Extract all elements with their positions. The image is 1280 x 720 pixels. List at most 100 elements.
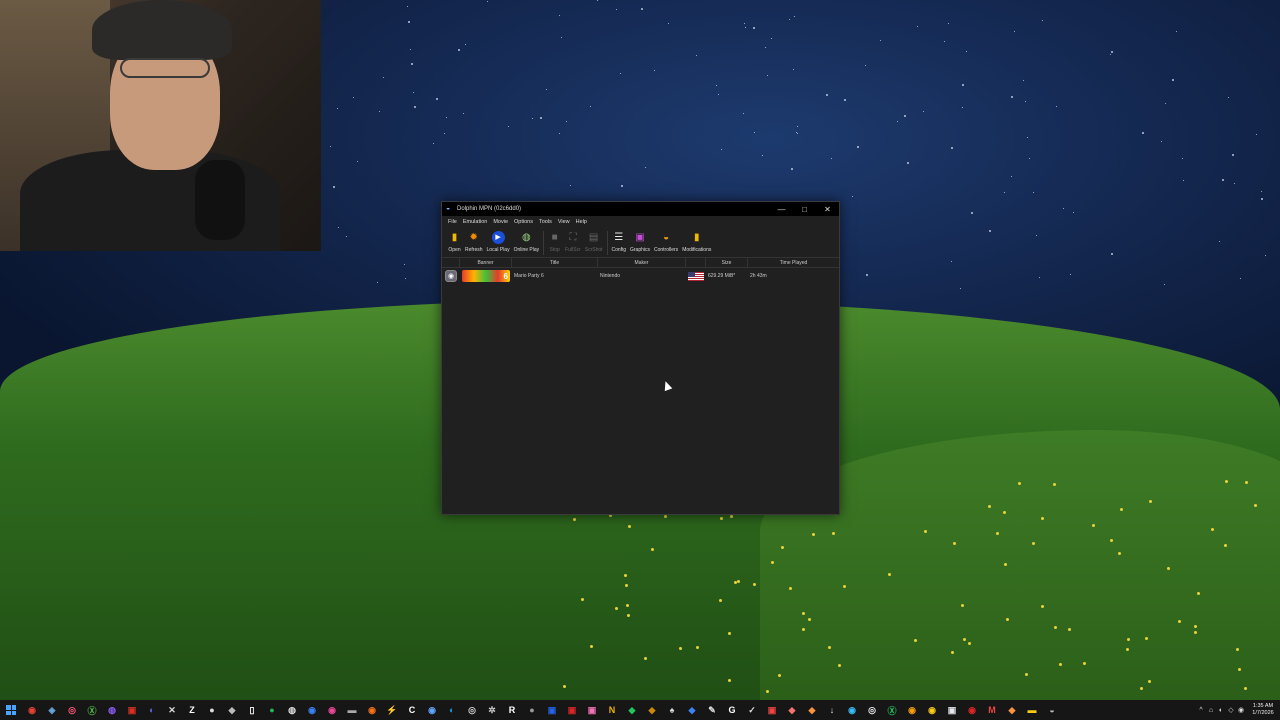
app-yellow-icon[interactable]: ◉ <box>922 700 942 720</box>
title-bar[interactable]: ◒ Dolphin MPN (02c6dd0) — □ ✕ <box>442 202 839 216</box>
toolbar-graphics-button[interactable]: ▣ Graphics <box>630 228 650 257</box>
star <box>1163 284 1165 286</box>
column-maker[interactable]: Maker <box>598 258 686 267</box>
app-blue3-icon[interactable]: ▣ <box>542 700 562 720</box>
app-grey2-icon[interactable]: ◎ <box>462 700 482 720</box>
discord-icon[interactable]: ◐ <box>142 700 162 720</box>
app-grey3-icon[interactable]: ● <box>522 700 542 720</box>
column-title[interactable]: Title <box>512 258 598 267</box>
toolbar-config-button[interactable]: ☰ Config <box>612 228 626 257</box>
star <box>903 115 906 118</box>
app-pink2-icon[interactable]: ▣ <box>582 700 602 720</box>
app-orange3-icon[interactable]: ◉ <box>902 700 922 720</box>
m-icon[interactable]: M <box>982 700 1002 720</box>
app-blue-icon[interactable]: ◉ <box>302 700 322 720</box>
app-white2-icon[interactable]: ♠ <box>662 700 682 720</box>
app-blue4-icon[interactable]: ◆ <box>682 700 702 720</box>
toolbar-separator <box>543 231 545 255</box>
x-icon[interactable]: ✕ <box>162 700 182 720</box>
toolbar-online-play-button[interactable]: ◍ Online Play <box>514 228 540 257</box>
close-button[interactable]: ✕ <box>816 202 839 216</box>
flower <box>614 606 618 610</box>
star <box>1227 97 1229 99</box>
webcam-person-glasses <box>120 58 210 78</box>
app-red4-icon[interactable]: ◆ <box>782 700 802 720</box>
menu-options[interactable]: Options <box>511 219 536 225</box>
app-green-icon[interactable]: ◆ <box>622 700 642 720</box>
tray-app-icon[interactable]: ◇ <box>1226 706 1236 714</box>
taskbar-apps: ◉ ◈ ◎ Ⓧ ◍ ▣ ◐ ✕ Z ● ◆ ▯ ● ◍ ◉ ◉ ▬ ◉ ⚡ C ◉ ◐ ◎ ✲ R ● ▣ ▣ ▣ N ◆ ◆ ♠ ◆ ✎ G ✓ ▣ ◆ ◆… <box>22 700 1062 720</box>
r-icon[interactable]: R <box>502 700 522 720</box>
tray-app2-icon[interactable]: ◉ <box>1236 706 1246 714</box>
menu-movie[interactable]: Movie <box>490 219 511 225</box>
app-orange2-icon[interactable]: ◆ <box>802 700 822 720</box>
spotify-icon[interactable]: ● <box>262 700 282 720</box>
star <box>559 132 561 134</box>
chrome-icon[interactable]: ◉ <box>22 700 42 720</box>
toolbar-fullscr-button[interactable]: ⛶ FullScr <box>565 228 581 257</box>
steam-icon[interactable]: ◈ <box>42 700 62 720</box>
start-button[interactable] <box>0 700 22 720</box>
menu-tools[interactable]: Tools <box>536 219 555 225</box>
download-icon[interactable]: ↓ <box>822 700 842 720</box>
file-icon[interactable]: ▯ <box>242 700 262 720</box>
menu-emulation[interactable]: Emulation <box>460 219 490 225</box>
toolbar-controllers-button[interactable]: ◒ Controllers <box>654 228 678 257</box>
xbox2-icon[interactable]: Ⓧ <box>882 700 902 720</box>
z-icon[interactable]: Z <box>182 700 202 720</box>
tray-overflow-icon[interactable]: ^ <box>1196 707 1206 714</box>
toolbar-refresh-button[interactable]: ✹ Refresh <box>465 228 483 257</box>
app-white-icon[interactable]: ● <box>202 700 222 720</box>
app-gear-icon[interactable]: ✲ <box>482 700 502 720</box>
toolbar-open-button[interactable]: ▮ Open <box>448 228 461 257</box>
minimize-button[interactable]: — <box>770 202 793 216</box>
menu-help[interactable]: Help <box>573 219 590 225</box>
app-orange-icon[interactable]: ◉ <box>362 700 382 720</box>
menu-view[interactable]: View <box>555 219 573 225</box>
menu-file[interactable]: File <box>445 219 460 225</box>
app-orange4-icon[interactable]: ◆ <box>1002 700 1022 720</box>
clock[interactable]: 1:35 AM 1/7/2026 <box>1246 703 1280 717</box>
dolphin-window: ◒ Dolphin MPN (02c6dd0) — □ ✕ File Emula… <box>441 201 840 515</box>
app-redflash-icon[interactable]: ⚡ <box>382 700 402 720</box>
app-white3-icon[interactable]: ◎ <box>862 700 882 720</box>
google-icon[interactable]: G <box>722 700 742 720</box>
app-dark-icon[interactable]: ▬ <box>342 700 362 720</box>
toolbar-local-play-button[interactable]: ▶ Local Play <box>487 228 510 257</box>
app-blue2-icon[interactable]: ◉ <box>422 700 442 720</box>
tray-volume-icon[interactable]: ◐ <box>1216 707 1226 714</box>
app-gold2-icon[interactable]: ◆ <box>642 700 662 720</box>
app-red2-icon[interactable]: ▣ <box>562 700 582 720</box>
app-tool-icon[interactable]: ✎ <box>702 700 722 720</box>
tray-network-icon[interactable]: ⌂ <box>1206 707 1216 714</box>
app-white4-icon[interactable]: ▣ <box>942 700 962 720</box>
app-pink-icon[interactable]: ◉ <box>322 700 342 720</box>
toolbar-modifications-button[interactable]: ▮ Modifications <box>682 228 711 257</box>
star <box>435 98 438 101</box>
column-region[interactable] <box>686 258 706 267</box>
column-size[interactable]: Size <box>706 258 748 267</box>
toolbar-stop-button[interactable]: ■ Stop <box>548 228 561 257</box>
app-dolphin-icon[interactable]: ◒ <box>1042 700 1062 720</box>
app-blue5-icon[interactable]: ◉ <box>842 700 862 720</box>
obs2-icon[interactable]: ◍ <box>282 700 302 720</box>
edge-icon[interactable]: ◐ <box>442 700 462 720</box>
app-red3-icon[interactable]: ▣ <box>762 700 782 720</box>
app-c-icon[interactable]: C <box>402 700 422 720</box>
column-time-played[interactable]: Time Played <box>748 258 839 267</box>
maximize-button[interactable]: □ <box>793 202 816 216</box>
folder-task-icon[interactable]: ▬ <box>1022 700 1042 720</box>
app-gold-icon[interactable]: N <box>602 700 622 720</box>
obs-icon[interactable]: ◍ <box>102 700 122 720</box>
flower <box>1110 538 1114 542</box>
game-row[interactable]: ◉ 6 Mario Party 6 Nintendo 629.29 MiB* 2… <box>442 268 839 284</box>
app-red5-icon[interactable]: ◉ <box>962 700 982 720</box>
column-banner[interactable]: Banner <box>460 258 512 267</box>
toolbar-scrshot-button[interactable]: ▤ ScrShot <box>585 228 603 257</box>
xbox-icon[interactable]: Ⓧ <box>82 700 102 720</box>
column-platform[interactable] <box>442 258 460 267</box>
app-red-icon[interactable]: ▣ <box>122 700 142 720</box>
tidal-icon[interactable]: ◎ <box>62 700 82 720</box>
app-grey-icon[interactable]: ◆ <box>222 700 242 720</box>
app-check-icon[interactable]: ✓ <box>742 700 762 720</box>
